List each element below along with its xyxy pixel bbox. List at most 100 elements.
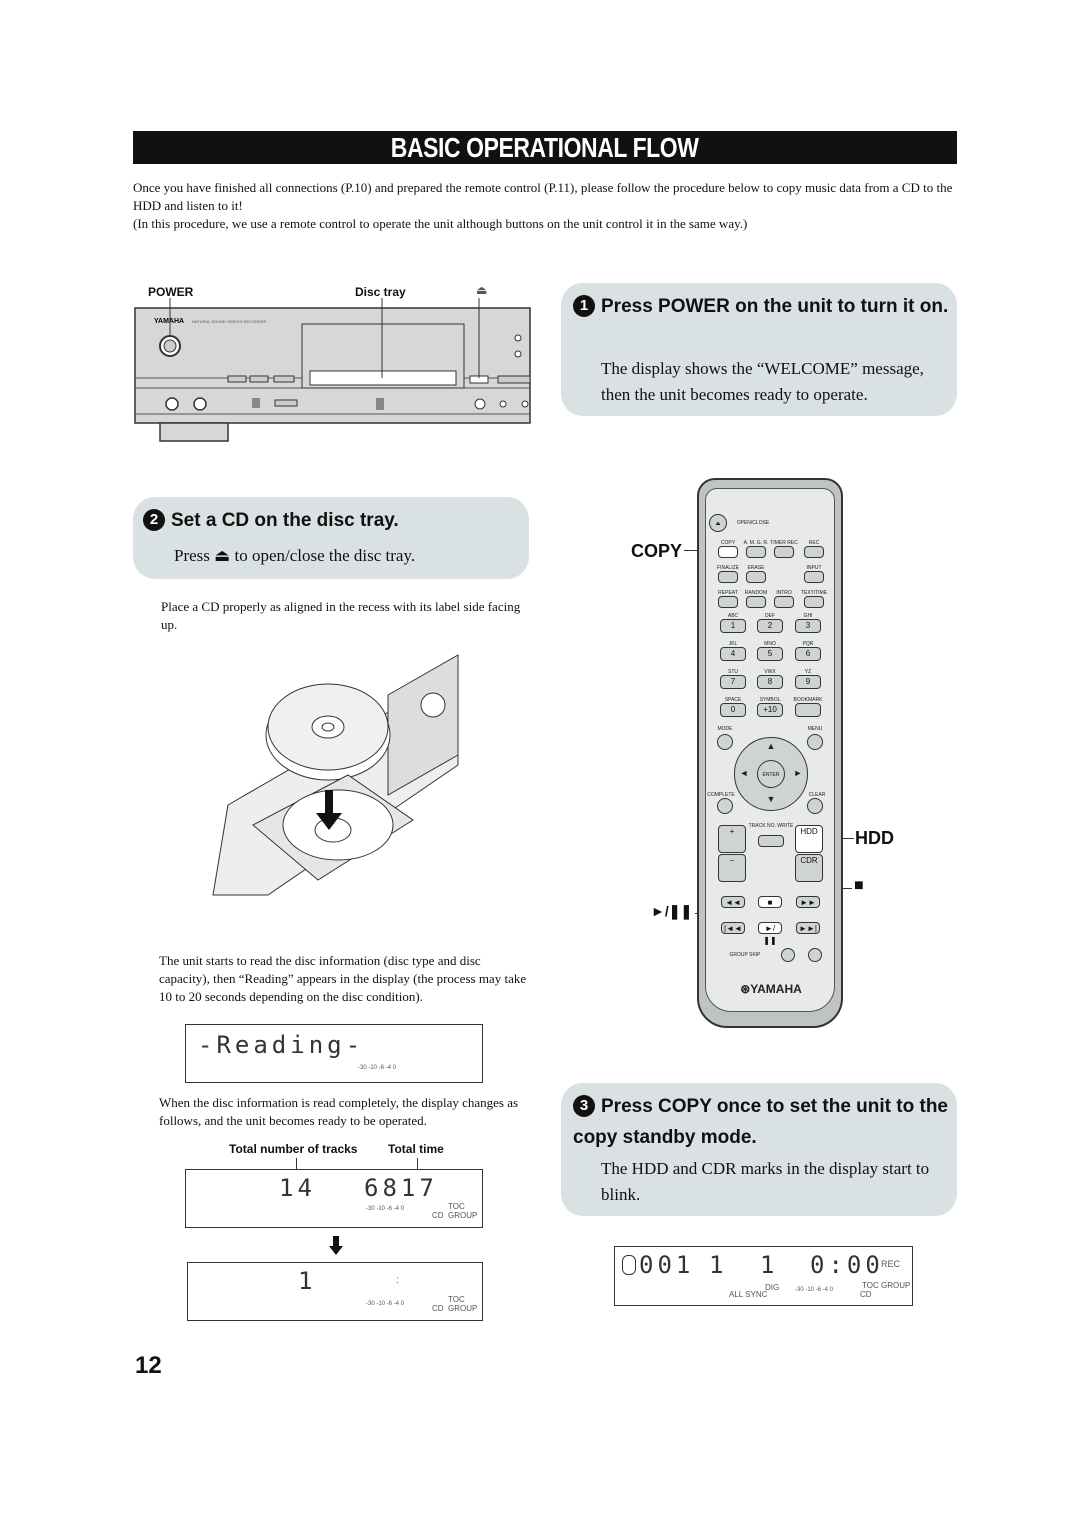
stop-button[interactable]: ■ (758, 896, 782, 908)
step-3-box: 3 Press COPY once to set the unit to the … (561, 1083, 957, 1216)
minus-button[interactable]: − (718, 854, 746, 882)
key-5-button[interactable]: 5 (757, 647, 783, 661)
display-tracks: 14 (279, 1174, 316, 1202)
hdd-button[interactable]: HDD (795, 825, 823, 853)
step-1-title: 1 Press POWER on the unit to turn it on. (573, 291, 951, 322)
step-2-box: 2 Set a CD on the disc tray. Press ⏏ to o… (133, 497, 529, 579)
a-m-g-r-button[interactable] (746, 546, 766, 558)
complete-note: When the disc information is read comple… (159, 1095, 519, 1128)
remote-label: GROUP SKIP (729, 952, 761, 958)
manual-page: BASIC OPERATIONAL FLOW Once you have fin… (0, 0, 1080, 1528)
remote-label: OPEN/CLOSE (736, 520, 770, 526)
level-meter: -30 -10 -6 -4 0 (366, 1301, 405, 1307)
open-close-button[interactable]: ⏏ (709, 514, 727, 532)
plus-button[interactable]: + (718, 825, 746, 853)
brand-logo: YAMAHA (154, 318, 184, 325)
level-meter: -30 -10 -6 -4 0 (366, 1206, 405, 1212)
level-meter: -30 -10 -6 -4 0 (358, 1065, 397, 1071)
key-0-button[interactable]: 0 (720, 703, 746, 717)
display-track: 1 (298, 1267, 317, 1295)
text-time-button[interactable] (804, 596, 824, 608)
group-skip-back-button[interactable] (781, 948, 795, 962)
down-arrow-icon (329, 1236, 343, 1255)
complete-button[interactable] (717, 798, 733, 814)
step-1-body: The display shows the “WELCOME” message,… (601, 359, 924, 404)
remote-label: TRACK NO. WRITE (748, 823, 794, 829)
copy-button[interactable] (718, 546, 738, 558)
intro-paragraph: Once you have finished all connections (… (133, 180, 953, 213)
intro-note: (In this procedure, we use a remote cont… (133, 216, 748, 231)
group-skip-forward-button[interactable] (808, 948, 822, 962)
cd-tray-illustration (212, 654, 459, 896)
intro-button[interactable] (774, 596, 794, 608)
left-arrow-button[interactable]: ◄ (740, 768, 749, 778)
display-time: 6817 (364, 1174, 438, 1202)
eject-icon: ⏏ (214, 546, 231, 565)
menu-button[interactable] (807, 734, 823, 750)
display-cd: CD (432, 1211, 444, 1220)
skip-forward-button[interactable]: ►►| (796, 922, 820, 934)
display-track: 1 (709, 1251, 728, 1279)
rec-button[interactable] (804, 546, 824, 558)
allsync-indicator: ALL SYNC (729, 1290, 768, 1299)
input-button[interactable] (804, 571, 824, 583)
step-number: 2 (143, 509, 165, 531)
remote-label: CLEAR (808, 792, 826, 798)
key-2-button[interactable]: 2 (757, 619, 783, 633)
step-3-title: 3 Press COPY once to set the unit to the … (573, 1095, 948, 1148)
cdr-button[interactable]: CDR (795, 854, 823, 882)
display-cd: CD (432, 1304, 444, 1313)
enter-button[interactable]: ENTER (757, 760, 785, 788)
key-1-button[interactable]: 1 (720, 619, 746, 633)
step-number: 3 (573, 1095, 595, 1117)
mode-button[interactable] (717, 734, 733, 750)
copy-callout: COPY (631, 541, 683, 561)
key-bookmark-button[interactable] (795, 703, 821, 717)
display-tags: TOC GROUP (448, 1295, 478, 1313)
finalize-button[interactable] (718, 571, 738, 583)
step-1-box: 1 Press POWER on the unit to turn it on. … (561, 283, 957, 416)
play-pause-button[interactable]: ►/❚❚ (758, 922, 782, 945)
up-arrow-button[interactable]: ▲ (767, 741, 776, 751)
remote-label: MENU (807, 726, 823, 732)
page-number: 12 (135, 1352, 162, 1379)
display-reading: -Reading- -30 -10 -6 -4 0 (185, 1024, 483, 1083)
display-text: -Reading- (198, 1031, 365, 1059)
key-10-button[interactable]: +10 (757, 703, 783, 717)
display-summary: 14 6817 -30 -10 -6 -4 0 TOC GROUP CD (185, 1169, 483, 1228)
track-no-write-button[interactable] (758, 835, 784, 847)
timer-rec-button[interactable] (774, 546, 794, 558)
down-arrow-button[interactable]: ▼ (767, 794, 776, 804)
random-button[interactable] (746, 596, 766, 608)
hdd-callout: HDD (855, 828, 894, 848)
total-tracks-label: Total number of tracks (229, 1142, 358, 1156)
display-tags: TOC GROUP (862, 1281, 911, 1290)
erase-button[interactable] (746, 571, 766, 583)
repeat-button[interactable] (718, 596, 738, 608)
display-track-2: 1 (760, 1251, 779, 1279)
key-4-button[interactable]: 4 (720, 647, 746, 661)
key-7-button[interactable]: 7 (720, 675, 746, 689)
page-title: BASIC OPERATIONAL FLOW (133, 131, 957, 164)
fast-forward-button[interactable]: ►► (796, 896, 820, 908)
skip-back-button[interactable]: |◄◄ (721, 922, 745, 934)
svg-text:NATURAL SOUND HDD/CD RECORDER: NATURAL SOUND HDD/CD RECORDER (192, 319, 267, 324)
display-tags: TOC GROUP (448, 1202, 478, 1220)
front-panel-illustration: YAMAHA NATURAL SOUND HDD/CD RECORDER (134, 298, 531, 442)
right-arrow-button[interactable]: ► (794, 768, 803, 778)
key-9-button[interactable]: 9 (795, 675, 821, 689)
rewind-button[interactable]: ◄◄ (721, 896, 745, 908)
reading-note: The unit starts to read the disc informa… (159, 953, 527, 1004)
play-pause-callout: ►/❚❚ (651, 903, 693, 919)
remote-label: MODE (717, 726, 733, 732)
key-3-button[interactable]: 3 (795, 619, 821, 633)
level-meter: -30 -10 -6 -4 0 (795, 1287, 834, 1293)
step-2-title: 2 Set a CD on the disc tray. (143, 505, 399, 536)
display-colon: : (396, 1275, 399, 1286)
remote-control: ⏏ OPEN/CLOSE COPY A. M. G. R. TIMER REC REC FI… (697, 478, 843, 1028)
clear-button[interactable] (807, 798, 823, 814)
key-8-button[interactable]: 8 (757, 675, 783, 689)
display-number: 001 (639, 1251, 695, 1279)
display-time: 0:00 (810, 1251, 884, 1279)
key-6-button[interactable]: 6 (795, 647, 821, 661)
